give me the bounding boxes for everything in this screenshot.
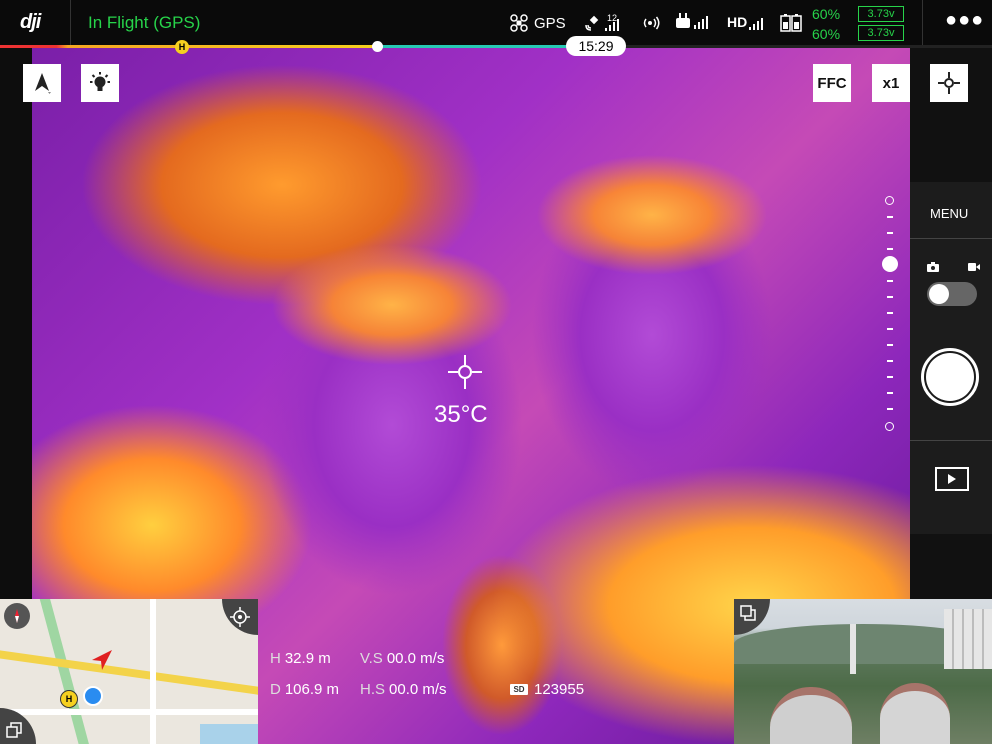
video-signal-bars-icon [749, 18, 764, 30]
remote-controller-icon [676, 13, 708, 29]
slider-tick [887, 376, 893, 378]
gps-status[interactable]: GPS [510, 14, 566, 32]
compass-icon[interactable] [4, 603, 30, 629]
map-road [150, 599, 156, 744]
slider-tick [887, 248, 893, 250]
pip-tank [880, 683, 950, 744]
target-icon [230, 607, 250, 627]
remaining-flight-time: 15:29 [566, 36, 626, 56]
altitude-value: 32.9 m [284, 650, 331, 667]
swap-windows-icon [740, 605, 756, 621]
crosshair-icon [938, 72, 960, 94]
satellite-icon [585, 15, 599, 31]
slider-tick [887, 232, 893, 234]
aircraft-position-icon [92, 650, 112, 670]
battery-percent-2: 60% [812, 26, 841, 42]
gps-label: GPS [534, 14, 566, 32]
video-link-label: HD [727, 14, 748, 30]
flight-time-remaining [377, 45, 567, 48]
visual-camera-preview[interactable] [734, 599, 992, 744]
spot-meter-reticle-icon[interactable] [448, 355, 482, 389]
swap-windows-icon [6, 722, 22, 738]
satellite-status[interactable]: 12 [585, 11, 619, 31]
battery-percent-1: 60% [812, 6, 841, 22]
slider-tick [887, 344, 893, 346]
flight-time-bar [0, 45, 992, 48]
satellite-count: 12 [607, 13, 618, 23]
beacon-light-button[interactable] [81, 64, 119, 102]
horizontal-speed-value: 00.0 m/s [389, 681, 447, 698]
compass-needle-icon [15, 609, 19, 623]
home-point-pin: H [60, 690, 78, 708]
pilot-location-pin [83, 686, 103, 706]
toggle-knob [929, 284, 949, 304]
distance-readout: D 106.9 m [270, 681, 339, 698]
battery-voltage-2: 3.73v [858, 25, 904, 41]
slider-tick [887, 392, 893, 394]
sd-card-capacity: SD 123955 [510, 681, 584, 698]
shutter-button[interactable] [921, 348, 979, 406]
spot-temperature: 35°C [434, 401, 488, 428]
lightbulb-icon [90, 72, 110, 91]
battery-voltage-1: 3.73v [858, 6, 904, 22]
map-road [0, 649, 258, 696]
remote-controller-signal[interactable] [676, 12, 712, 35]
top-divider [922, 0, 923, 45]
zoom-slider-knob[interactable] [882, 256, 898, 272]
dji-logo[interactable]: dji [20, 11, 41, 34]
vertical-speed-label: V.S [360, 650, 383, 667]
slider-tick [887, 312, 893, 314]
slider-tick [887, 280, 893, 282]
dual-battery-icon[interactable] [780, 13, 804, 33]
panel-divider [910, 238, 992, 239]
slider-end-bottom [885, 422, 894, 431]
video-mode-icon [968, 263, 980, 271]
slider-tick [887, 328, 893, 330]
map-water [200, 724, 258, 744]
slider-tick [887, 216, 893, 218]
drone-icon [510, 14, 528, 32]
shutter-button-inner [926, 353, 974, 401]
slider-tick [887, 296, 893, 298]
panel-divider [910, 440, 992, 441]
slider-end-top [885, 196, 894, 205]
mini-map[interactable] [0, 599, 258, 744]
spot-meter-button[interactable] [930, 64, 968, 102]
pip-tank [770, 687, 852, 744]
sd-card-icon: SD [510, 684, 528, 695]
pip-buildings [944, 609, 992, 669]
distance-label: D [270, 681, 281, 698]
ffc-calibration-button[interactable]: FFC [813, 64, 851, 102]
vertical-speed-value: 00.0 m/s [386, 650, 445, 667]
video-link-status[interactable]: HD [727, 14, 765, 30]
navigation-mode-button[interactable] [23, 64, 61, 102]
navigation-arrow-icon [35, 73, 51, 94]
horizontal-speed-label: H.S [360, 681, 386, 698]
wireless-signal-icon[interactable] [640, 16, 660, 30]
altitude-readout: H 32.9 m [270, 650, 331, 667]
horizontal-speed-readout: H.S 00.0 m/s [360, 681, 447, 698]
slider-tick [887, 360, 893, 362]
playback-button[interactable] [935, 467, 969, 491]
home-point-marker: H [175, 40, 189, 54]
distance-value: 106.9 m [284, 681, 340, 698]
photo-mode-icon [927, 262, 939, 272]
pip-tower [850, 624, 856, 674]
vertical-speed-readout: V.S 00.0 m/s [360, 650, 444, 667]
camera-menu-button[interactable]: MENU [930, 206, 968, 221]
top-divider [70, 0, 71, 45]
sd-card-remaining: 123955 [534, 681, 585, 698]
map-road [0, 709, 258, 715]
altitude-label: H [270, 650, 281, 667]
left-edge-strip [0, 45, 32, 600]
zoom-level-button[interactable]: x1 [872, 64, 910, 102]
flight-status[interactable]: In Flight (GPS) [88, 13, 200, 33]
more-dots-icon[interactable]: ●●● [945, 9, 984, 32]
slider-tick [887, 408, 893, 410]
play-icon [948, 474, 956, 484]
flight-time-knob [372, 41, 383, 52]
map-road [38, 599, 92, 744]
